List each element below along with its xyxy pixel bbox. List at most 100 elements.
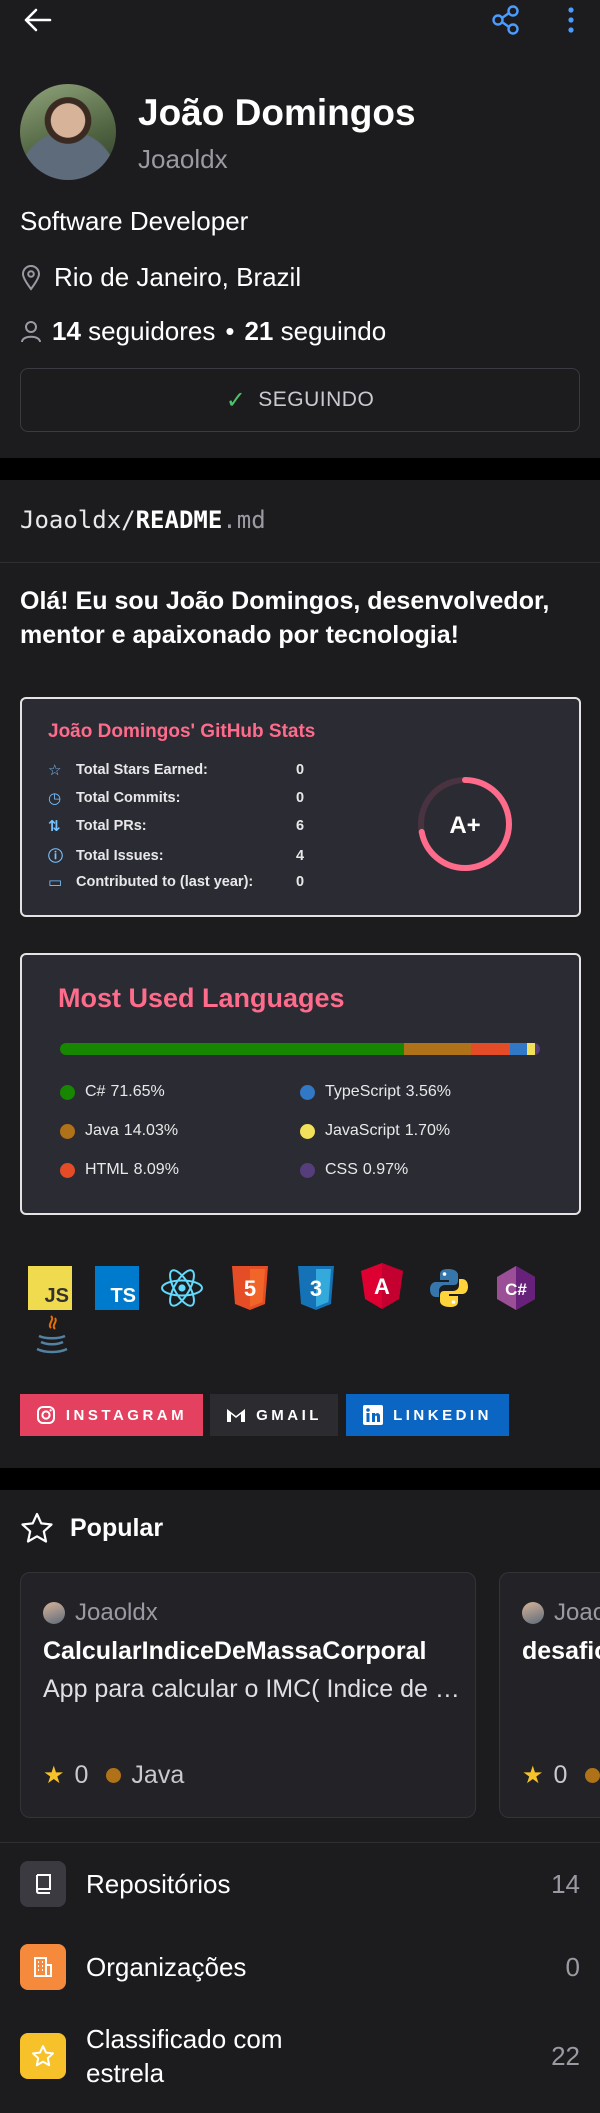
angular-icon[interactable]: A (360, 1263, 404, 1309)
language-name: JavaScript (325, 1122, 400, 1139)
linkedin-icon (363, 1405, 384, 1425)
readme-intro: Olá! Eu sou João Domingos, desenvolvedor… (20, 587, 550, 649)
python-logo (430, 1269, 468, 1307)
gmail-icon (227, 1409, 246, 1422)
popular-title: Popular (70, 1513, 164, 1542)
language-percent: 14.03% (123, 1122, 179, 1139)
stat-row: ⓘ Total Issues: 4 (48, 845, 304, 866)
language-bar-segment (510, 1043, 528, 1055)
java-icon[interactable] (30, 1312, 74, 1356)
language-name: TypeScript (325, 1083, 401, 1100)
menu-count: 22 (551, 2040, 580, 2071)
section-divider (0, 1468, 600, 1490)
readme-ext: .md (222, 506, 266, 534)
repo-card[interactable]: Joaoldx desafio ★ 0 (499, 1572, 600, 1818)
language-item: Java 14.03% (60, 1122, 178, 1140)
menu-item-starred[interactable]: Classificado com estrela 22 (20, 2022, 580, 2090)
react-icon[interactable] (160, 1266, 204, 1310)
language-bar-segment (403, 1043, 472, 1055)
arrow-left-icon (24, 8, 52, 32)
section-divider (0, 458, 600, 480)
linkedin-label: LINKEDIN (393, 1406, 492, 1424)
language-dot (60, 1162, 75, 1178)
grade-text: A+ (449, 812, 480, 839)
python-icon[interactable] (427, 1266, 471, 1310)
stat-value: 6 (296, 818, 305, 834)
menu-count: 0 (565, 1951, 580, 1982)
more-options-button[interactable] (558, 4, 584, 36)
instagram-badge[interactable]: INSTAGRAM (20, 1394, 203, 1436)
organization-icon (20, 1944, 66, 1990)
following-button[interactable]: ✓ SEGUINDO (20, 368, 580, 432)
typescript-icon[interactable]: TS (95, 1266, 139, 1310)
java-cup (36, 1315, 68, 1354)
language-dot (300, 1123, 315, 1139)
followers-label: seguidores (88, 316, 216, 346)
follow-stats[interactable]: 14 seguidores • 21 seguindo (20, 316, 386, 347)
language-bar-segment (471, 1043, 511, 1055)
menu-item-organizations[interactable]: Organizações 0 (20, 1944, 580, 1990)
css3-icon[interactable]: 3 (294, 1266, 338, 1310)
person-icon (21, 320, 41, 342)
issue-icon: ⓘ (48, 848, 64, 865)
language-item: C# 71.65% (60, 1083, 165, 1101)
language-percent: 1.70% (404, 1122, 451, 1139)
language-item: TypeScript 3.56% (300, 1083, 451, 1101)
readme-title: Joaoldx/README.md (20, 506, 266, 534)
html5-label: 5 (244, 1276, 256, 1301)
profile-login: Joaoldx (138, 144, 228, 174)
repo-card[interactable]: Joaoldx CalcularIndiceDeMassaCorporal Ap… (20, 1572, 476, 1818)
separator-dot: • (225, 316, 235, 346)
language-percent: 0.97% (362, 1161, 409, 1178)
language-dot (60, 1084, 75, 1100)
owner-avatar (43, 1602, 65, 1624)
stat-label: Contributed to (last year): (76, 874, 254, 890)
language-bar-segment (527, 1043, 536, 1055)
language-dot (300, 1084, 315, 1100)
css3-shield: 3 (298, 1266, 334, 1310)
stat-label: Total PRs: (76, 818, 147, 834)
popular-header: Popular (20, 1512, 163, 1544)
following-button-label: SEGUINDO (258, 388, 375, 411)
instagram-icon (36, 1406, 55, 1424)
stat-value: 0 (296, 790, 305, 806)
repo-language: Java (131, 1761, 185, 1789)
repo-owner: Joaoldx (522, 1599, 600, 1627)
linkedin-badge[interactable]: LINKEDIN (346, 1394, 509, 1436)
back-button[interactable] (20, 6, 56, 34)
stats-title: João Domingos' GitHub Stats (48, 721, 316, 742)
menu-item-repositories[interactable]: Repositórios 14 (20, 1861, 580, 1907)
stat-label: Total Commits: (76, 790, 181, 806)
csharp-icon[interactable]: C# (494, 1266, 538, 1310)
stat-value: 0 (296, 762, 305, 778)
angular-shield: A (361, 1263, 403, 1309)
language-name: HTML (85, 1161, 129, 1178)
repo-stars: 0 (74, 1761, 89, 1789)
typescript-icon-label: TS (110, 1285, 136, 1307)
divider (0, 1842, 600, 1843)
angular-label: A (374, 1274, 390, 1299)
repo-description-text: App para calcular o IMC( Indice de Massa… (43, 1675, 463, 1703)
repo-name: CalcularIndiceDeMassaCorporal (43, 1637, 427, 1665)
stat-row: ☆ Total Stars Earned: 0 (48, 761, 304, 779)
css3-label: 3 (310, 1276, 322, 1301)
location-text: Rio de Janeiro, Brazil (54, 262, 302, 292)
github-stats-card: João Domingos' GitHub Stats ☆ Total Star… (20, 697, 581, 917)
share-icon (492, 5, 519, 35)
menu-label: Classificado com estrela (86, 2024, 283, 2088)
history-icon: ◷ (48, 790, 62, 807)
languages-bar (60, 1043, 540, 1055)
language-dot (106, 1768, 122, 1783)
star-filled-icon: ★ (43, 1762, 65, 1789)
pull-request-icon: ⇅ (48, 818, 61, 835)
avatar[interactable] (20, 84, 116, 180)
html5-icon[interactable]: 5 (228, 1266, 272, 1310)
repo-owner: Joaoldx (43, 1599, 158, 1627)
repo-owner-name: Joaoldx (75, 1599, 158, 1626)
star-filled-icon: ★ (522, 1762, 544, 1789)
gmail-badge[interactable]: GMAIL (210, 1394, 338, 1436)
share-button[interactable] (488, 4, 524, 36)
javascript-icon[interactable]: JS (28, 1266, 72, 1310)
gmail-label: GMAIL (256, 1406, 322, 1424)
csharp-label: C# (505, 1280, 527, 1299)
